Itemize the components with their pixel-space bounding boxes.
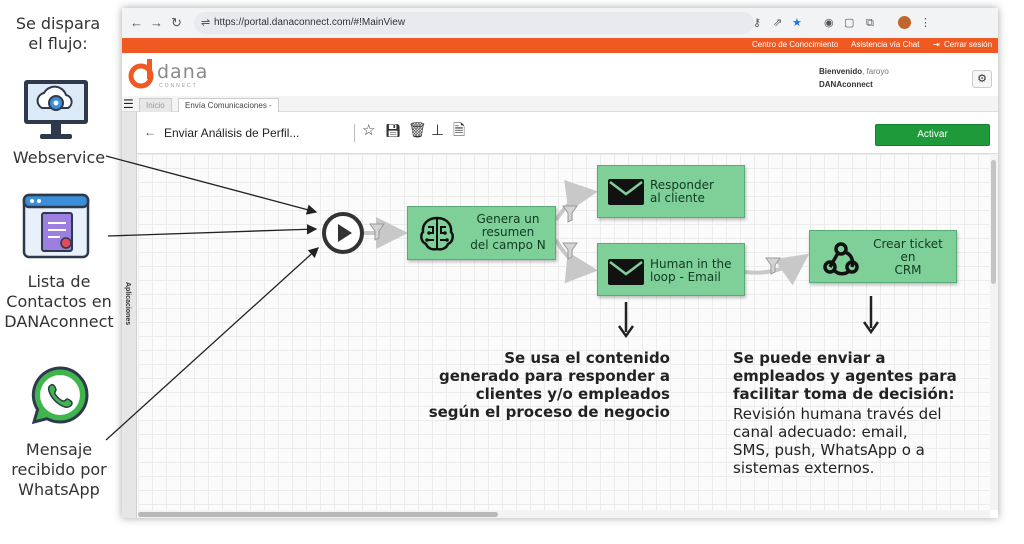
dana-logo-icon	[126, 59, 156, 94]
flow-title: Enviar Análisis de Perfil...	[164, 126, 300, 140]
annotation-line: según el proceso de negocio	[428, 403, 670, 421]
favorite-star-icon[interactable]: ☆	[362, 122, 375, 140]
forward-icon[interactable]: →	[150, 15, 163, 31]
contact-list-icon	[22, 193, 90, 266]
vertical-scroll-thumb[interactable]	[991, 160, 996, 284]
node-ticket-line: CRM	[894, 263, 922, 277]
whatsapp-icon	[28, 364, 92, 433]
annotation-line: facilitar toma de decisión:	[733, 385, 955, 403]
annotation-line: sistemas externos.	[733, 459, 875, 477]
save-disk-icon[interactable]: 💾︎	[385, 122, 402, 140]
trigger-heading: Se dispara el flujo:	[8, 14, 108, 54]
menu-kebab-icon[interactable]: ⋮	[920, 15, 931, 31]
node-reply-text: Responder al cliente	[650, 179, 724, 205]
envelope-icon	[607, 178, 645, 211]
whatsapp-label-line: Mensaje	[25, 440, 93, 459]
tab-inicio[interactable]: Inicio	[139, 98, 172, 112]
username: , faroyo	[862, 67, 889, 76]
whatsapp-label-line: recibido por	[11, 460, 107, 479]
reload-icon[interactable]: ↻	[171, 15, 182, 31]
extension-box-icon[interactable]: ▢	[844, 15, 854, 31]
node-create-crm-ticket[interactable]: Crear ticket en CRM	[809, 230, 957, 283]
top-links-bar: Centro de Conocimiento Asistencia vía Ch…	[122, 38, 998, 53]
node-human-text: Human in the loop - Email	[650, 258, 742, 284]
node-human-line: loop - Email	[650, 270, 721, 284]
puzzle-icon[interactable]: ⧉	[866, 15, 874, 31]
annotation-line: empleados y agentes para	[733, 367, 957, 385]
knowledge-center-link[interactable]: Centro de Conocimiento	[752, 40, 838, 49]
camera-icon[interactable]: ◉	[824, 15, 834, 31]
logout-link[interactable]: Cerrar sesión	[944, 40, 992, 49]
trigger-heading-line: Se dispara	[15, 14, 101, 33]
flow-toolbar: ← Enviar Análisis de Perfil... ☆ 💾︎ 🗑︎ ⊥…	[137, 112, 998, 154]
applications-sidebar[interactable]: Aplicaciones	[122, 112, 137, 518]
play-start-icon[interactable]	[321, 211, 365, 260]
envelope-icon	[607, 258, 645, 291]
logout-icon[interactable]: ⇥	[933, 40, 940, 49]
node-human-in-the-loop[interactable]: Human in the loop - Email	[597, 243, 745, 296]
chat-support-link[interactable]: Asistencia vía Chat	[851, 40, 919, 49]
node-generate-summary[interactable]: Genera un resumen del campo N	[407, 206, 556, 260]
url-text: https://portal.danaconnect.com/#!MainVie…	[214, 17, 406, 28]
welcome-text: Bienvenido, faroyo	[819, 67, 889, 76]
hamburger-menu-icon[interactable]: ☰	[123, 97, 134, 111]
tab-envia-comunicaciones[interactable]: Envía Comunicaciones -	[178, 98, 279, 112]
webservice-label: Webservice	[12, 148, 106, 167]
tabs-row: ☰ Inicio Envía Comunicaciones -	[122, 96, 998, 112]
bookmark-star-icon[interactable]: ★	[792, 15, 802, 31]
whatsapp-label: Mensaje recibido por WhatsApp	[4, 440, 114, 500]
contacts-label: Lista de Contactos en DANAconnect	[0, 272, 118, 332]
annotation-line: canal adecuado: email,	[733, 423, 908, 441]
webhook-icon	[820, 237, 862, 284]
trigger-heading-line: el flujo:	[28, 34, 88, 53]
horizontal-scrollbar[interactable]	[138, 510, 990, 518]
brain-circuit-icon	[416, 213, 458, 260]
back-icon[interactable]: ←	[130, 15, 143, 31]
webservice-monitor-icon	[20, 74, 92, 151]
node-reply-line: al cliente	[650, 191, 705, 205]
delete-trash-icon[interactable]: 🗑︎	[408, 122, 427, 140]
company-name: DANAconnect	[819, 80, 873, 89]
key-icon[interactable]: ⚷	[753, 15, 761, 31]
export-document-icon[interactable]: 🗎︎	[453, 122, 465, 140]
annotation-line: generado para responder a	[438, 367, 670, 385]
contacts-label-line: Lista de	[27, 272, 91, 291]
annotation-line: Revisión humana través del	[733, 405, 942, 423]
whatsapp-label-line: WhatsApp	[18, 480, 100, 499]
annotation-reply-usage: Se usa el contenido generado para respon…	[420, 349, 670, 421]
contacts-label-line: Contactos en	[6, 292, 112, 311]
annotation-line: SMS, push, WhatsApp o a	[733, 441, 925, 459]
annotation-line: clientes y/o empleados	[475, 385, 670, 403]
node-summary-text: Genera un resumen del campo N	[462, 213, 554, 252]
browser-toolbar: ← → ↻ ⇌ https://portal.danaconnect.com/#…	[122, 8, 998, 38]
node-reply-client[interactable]: Responder al cliente	[597, 165, 745, 218]
share-icon[interactable]: ⇗	[773, 15, 782, 31]
annotation-line: Se puede enviar a	[733, 349, 886, 367]
back-arrow-icon[interactable]: ←	[144, 125, 156, 139]
app-header: dana CONNECT Bienvenido, faroyo DANAconn…	[122, 53, 998, 95]
annotation-human-review-body: Revisión humana través del canal adecuad…	[733, 405, 993, 477]
site-settings-icon[interactable]: ⇌	[201, 15, 210, 31]
horizontal-scroll-thumb[interactable]	[138, 512, 498, 517]
stamp-icon[interactable]: ⊥	[431, 122, 444, 140]
contacts-label-line: DANAconnect	[4, 312, 114, 331]
annotation-human-review-heading: Se puede enviar a empleados y agentes pa…	[733, 349, 993, 403]
node-summary-line: del campo N	[470, 238, 546, 252]
logo-text: dana	[157, 61, 209, 83]
logo-subtext: CONNECT	[159, 83, 198, 89]
sidebar-label: Aplicaciones	[124, 282, 131, 326]
toolbar-divider	[354, 124, 355, 142]
profile-avatar-icon[interactable]	[898, 16, 911, 29]
settings-gears-button[interactable]: ⚙	[972, 70, 992, 88]
annotation-line: Se usa el contenido	[504, 349, 670, 367]
node-ticket-text: Crear ticket en CRM	[866, 238, 950, 277]
activate-button[interactable]: Activar	[875, 124, 990, 146]
welcome-label: Bienvenido	[819, 67, 863, 76]
